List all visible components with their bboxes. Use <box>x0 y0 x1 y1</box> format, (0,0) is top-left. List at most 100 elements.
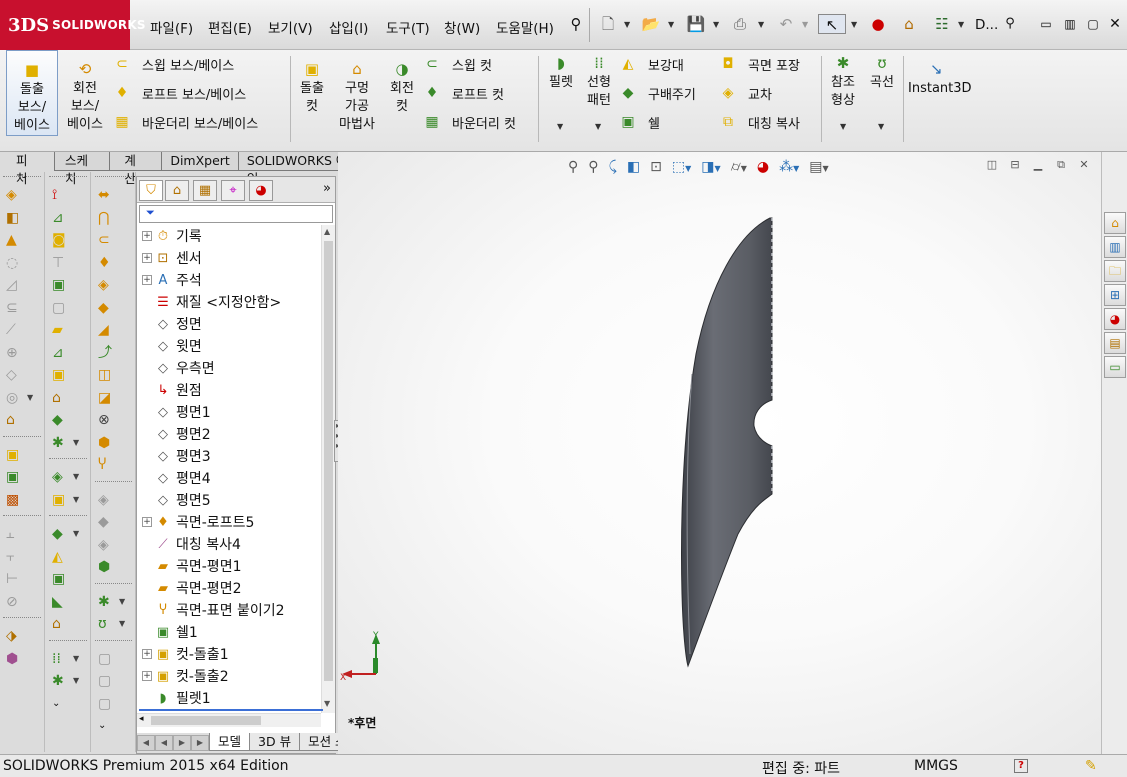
ruled-surface-icon[interactable]: ◪ <box>92 387 135 410</box>
feature-tree-item[interactable]: ⟋ 대칭 복사4 <box>137 533 321 555</box>
display-style-icon[interactable]: ◨▼ <box>701 159 720 175</box>
knit-surface-icon[interactable]: ⌂ <box>46 387 90 410</box>
fill-surface-icon[interactable]: ◆ <box>46 409 90 432</box>
revolved-boss-button[interactable]: ⟲ 회전 보스/ 베이스 <box>62 60 108 134</box>
fillet-button[interactable]: ◗ 필렛 <box>544 54 578 92</box>
shell-small-icon[interactable]: ▣ <box>46 568 90 591</box>
property-manager-tab-icon[interactable]: ⌂ <box>165 180 189 201</box>
draft-feature-icon[interactable]: ◆ <box>92 297 135 320</box>
boundary-boss-button[interactable]: ▦ 바운더리 보스/베이스 <box>112 111 258 133</box>
feature-tree-item[interactable]: + ⊡ 센서 <box>137 247 321 269</box>
toolbar-expand-icon[interactable]: ⌄ <box>92 715 135 738</box>
hide-show-items-icon[interactable]: ⌭▼ <box>731 159 747 175</box>
chevron-down-icon[interactable]: ▼ <box>958 20 964 29</box>
print-icon[interactable]: ⎙ <box>730 14 750 34</box>
chevron-down-icon[interactable]: ▼ <box>713 20 719 29</box>
feature-tree-item[interactable]: ↳ 원점 <box>137 379 321 401</box>
chevron-down-icon[interactable]: ▼ <box>624 20 630 29</box>
draft-small-icon[interactable]: ◆ ▼ <box>46 523 90 546</box>
boss-icon[interactable]: ◈ <box>0 184 44 207</box>
menu-file[interactable]: 파일(F) <box>150 17 193 37</box>
swept-boss-small-icon[interactable]: ⊂ <box>92 229 135 252</box>
swept-small-icon[interactable]: ⬌ <box>92 184 135 207</box>
loft-icon[interactable]: ▲ <box>0 229 44 252</box>
hole-icon[interactable]: ⌂ <box>0 409 44 432</box>
curve-icon[interactable]: ◈ ▼ <box>46 466 90 489</box>
mirror-button[interactable]: ⧉ 대칭 복사 <box>718 111 800 133</box>
surface-extrude-icon[interactable]: ◙ <box>46 229 90 252</box>
feature-tree-item[interactable]: ◇ 평면2 <box>137 423 321 445</box>
feature-tree-item[interactable]: ◇ 평면4 <box>137 467 321 489</box>
revolved-cut-button[interactable]: ◑ 회전 컷 <box>384 60 420 116</box>
lofted-boss-button[interactable]: ♦ 로프트 보스/베이스 <box>112 82 246 104</box>
solidworks-resources-icon[interactable]: ⌂ <box>1104 212 1126 234</box>
file-explorer-icon[interactable]: 🗀 <box>1104 260 1126 282</box>
knit-small-icon[interactable]: Ⴤ <box>92 454 135 477</box>
close-icon[interactable]: ✕ <box>1075 158 1093 172</box>
toolbar-expand-icon[interactable]: ⌄ <box>46 693 90 716</box>
chevron-down-icon[interactable]: ▼ <box>668 20 674 29</box>
close-icon[interactable]: ✕ <box>1105 14 1125 34</box>
feature-tree-item[interactable]: ◇ 정면 <box>137 313 321 335</box>
rib-button[interactable]: ◭ 보강대 <box>618 53 684 75</box>
shell-button[interactable]: ▣ 쉘 <box>618 111 660 133</box>
design-library-icon[interactable]: ▥ <box>1104 236 1126 258</box>
display-manager-tab-icon[interactable]: ◕ <box>249 180 273 201</box>
chevron-down-icon[interactable]: ▼ <box>840 122 846 131</box>
swept-cut-button[interactable]: ⊂ 스윕 컷 <box>422 53 492 75</box>
feature-tree-item[interactable]: Ⴤ 곡면-표면 붙이기2 <box>137 599 321 621</box>
scroll-left-icon[interactable]: ◂ <box>139 714 144 724</box>
expand-icon[interactable]: + <box>142 231 152 241</box>
edit-appearance-icon[interactable]: ◕ <box>757 159 769 175</box>
file-properties-icon[interactable]: ⌂ <box>899 14 919 34</box>
loft-small-icon[interactable]: ♦ <box>92 252 135 275</box>
menu-insert[interactable]: 삽입(I) <box>329 17 368 37</box>
linear-pattern-button[interactable]: ⁞⁞ 선형 패턴 <box>582 54 616 110</box>
draft-button[interactable]: ◆ 구배주기 <box>618 82 696 104</box>
zoom-to-fit-icon[interactable]: ⚲ <box>568 159 578 175</box>
new-document-icon[interactable]: 🗋 <box>598 14 618 34</box>
options-icon[interactable]: ☷ <box>932 14 952 34</box>
feature-tree-item[interactable]: ◇ 우측면 <box>137 357 321 379</box>
ref-geometry-icon[interactable]: ✱ ▼ <box>46 432 90 455</box>
scrollbar-thumb[interactable] <box>151 716 261 725</box>
open-folder-icon[interactable]: 📂 <box>641 14 661 34</box>
notification-icon[interactable]: ✎ <box>1085 758 1097 774</box>
replace-face-icon[interactable]: ⬢ <box>92 432 135 455</box>
tab-3d-view[interactable]: 3D 뷰 <box>249 733 301 751</box>
boundary-small-icon[interactable]: ◈ <box>92 274 135 297</box>
appearance-icon[interactable]: ⬢ <box>0 648 44 671</box>
extruded-cut-button[interactable]: ▣ 돌출 컷 <box>293 60 331 116</box>
smart-dimension-icon[interactable]: ⊿ <box>46 207 90 230</box>
instant-icon[interactable]: ⬗ <box>0 625 44 648</box>
dimxpert-tab-icon[interactable]: ⌖ <box>221 180 245 201</box>
expand-icon[interactable]: + <box>142 671 152 681</box>
expand-icon[interactable]: + <box>142 275 152 285</box>
apply-scene-icon[interactable]: ⁂▼ <box>779 159 799 175</box>
rollback-bar[interactable] <box>139 709 323 711</box>
first-tab-icon[interactable]: ◀ <box>137 735 155 751</box>
menu-help[interactable]: 도움말(H) <box>496 17 554 37</box>
minimize-icon[interactable]: ▁ <box>1029 158 1047 172</box>
feature-tree-item[interactable]: ◇ 평면1 <box>137 401 321 423</box>
extruded-boss-button[interactable]: ■ 돌출 보스/ 베이스 <box>6 50 58 136</box>
feature-tree-tab-icon[interactable]: ⛉ <box>139 180 163 201</box>
move-face-icon[interactable]: ⤴ <box>92 342 135 365</box>
ref-point-icon[interactable]: ✱ ▼ <box>92 591 135 614</box>
horizontal-scrollbar[interactable]: ◂ <box>137 713 321 727</box>
trim-surface-icon[interactable]: ▣ <box>46 364 90 387</box>
pin-icon[interactable]: ⚲ <box>566 14 586 34</box>
vertical-scrollbar[interactable]: ▲ ▼ <box>321 225 335 713</box>
planar-small-icon[interactable]: ◢ <box>92 319 135 342</box>
feature-tree-item[interactable]: ◇ 평면5 <box>137 489 321 511</box>
tab-dimxpert[interactable]: DimXpert <box>161 152 239 171</box>
chevron-down-icon[interactable]: ▼ <box>851 20 857 29</box>
feature-tree-item[interactable]: ▣ 쉘1 <box>137 621 321 643</box>
revolve-icon[interactable]: ▣ <box>0 466 44 489</box>
tab-model[interactable]: 모델 <box>209 733 251 751</box>
feature-tree-item[interactable]: ▰ 곡면-평면1 <box>137 555 321 577</box>
custom-properties-icon[interactable]: ▤ <box>1104 332 1126 354</box>
feature-tree-item[interactable]: + ▣ 컷-돌출1 <box>137 643 321 665</box>
minimize-icon[interactable]: ▭ <box>1036 14 1056 34</box>
wrap-small-icon[interactable]: ◣ <box>46 591 90 614</box>
